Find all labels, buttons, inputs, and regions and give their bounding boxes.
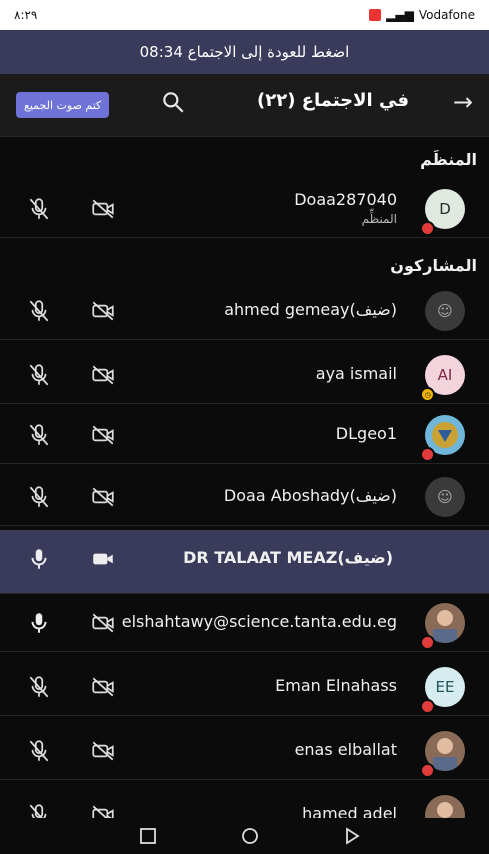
camera-off-icon <box>92 613 114 633</box>
organizer-role: المنظِّم <box>361 212 397 226</box>
participant-row[interactable]: Doaa Aboshady(ضيف) ☺ <box>0 468 489 526</box>
participant-name: DR TALAAT MEAZ(ضيف) <box>183 548 393 567</box>
participant-row[interactable]: enas elballat <box>0 722 489 780</box>
participant-name: elshahtawy@science.tanta.edu.eg <box>121 612 397 631</box>
mic-off-icon <box>29 740 49 762</box>
back-nav-icon[interactable] <box>342 826 362 846</box>
app-notification-icon <box>369 9 382 21</box>
organizer-row[interactable]: Doaa287040 المنظِّم D <box>0 180 489 238</box>
mic-off-icon <box>29 364 49 386</box>
mic-on-icon <box>31 549 47 569</box>
camera-off-icon <box>92 741 114 761</box>
camera-off-icon <box>92 301 114 321</box>
participant-name: aya ismail <box>315 364 397 383</box>
participant-row[interactable]: DLgeo1 <box>0 406 489 464</box>
mic-on-icon <box>31 613 47 633</box>
participant-row[interactable]: aya ismail AI ◷ <box>0 346 489 404</box>
presence-busy-dot <box>420 447 435 462</box>
search-icon[interactable] <box>160 89 186 115</box>
clock-icon: ◷ <box>420 387 435 402</box>
signal-icon: ▂▄▆ <box>386 8 414 22</box>
camera-off-icon <box>92 677 114 697</box>
participant-row[interactable]: ahmed gemeay(ضيف) ☺ <box>0 282 489 340</box>
mic-off-icon <box>29 198 49 220</box>
recents-icon[interactable] <box>138 826 158 846</box>
banner-text: اضغط للعودة إلى الاجتماع 08:34 <box>139 43 350 61</box>
presence-busy-dot <box>420 699 435 714</box>
return-to-meeting-banner[interactable]: اضغط للعودة إلى الاجتماع 08:34 <box>0 30 489 74</box>
page-title: في الاجتماع (٢٢) <box>257 90 409 111</box>
home-icon[interactable] <box>240 826 260 846</box>
mic-off-icon <box>29 676 49 698</box>
status-time: ٨:٢٩ <box>14 8 38 22</box>
participant-name: Eman Elnahass <box>275 676 397 695</box>
participant-name: ahmed gemeay(ضيف) <box>224 300 397 319</box>
organizer-section-title: المنظَم <box>420 150 477 169</box>
system-nav-bar <box>0 818 489 854</box>
back-arrow-icon[interactable]: → <box>453 88 473 116</box>
status-right: ▂▄▆ Vodafone <box>369 8 475 22</box>
camera-off-icon <box>92 199 114 219</box>
organizer-name: Doaa287040 <box>294 190 397 209</box>
presence-busy-dot <box>420 635 435 650</box>
participant-name: enas elballat <box>294 740 397 759</box>
camera-off-icon <box>92 365 114 385</box>
presence-busy-dot <box>420 221 435 236</box>
guest-icon: ☺ <box>425 477 465 517</box>
camera-off-icon <box>92 487 114 507</box>
participant-row[interactable]: DR TALAAT MEAZ(ضيف) <box>0 530 489 594</box>
mic-off-icon <box>29 300 49 322</box>
status-bar: ٨:٢٩ ▂▄▆ Vodafone <box>0 0 489 30</box>
guest-icon: ☺ <box>425 291 465 331</box>
participants-header: كتم صوت الجميع في الاجتماع (٢٢) → <box>0 74 489 137</box>
mute-all-button[interactable]: كتم صوت الجميع <box>16 92 110 118</box>
camera-on-icon <box>93 553 113 565</box>
mic-off-icon <box>29 424 49 446</box>
camera-off-icon <box>92 425 114 445</box>
participant-row[interactable]: elshahtawy@science.tanta.edu.eg <box>0 594 489 652</box>
carrier-label: Vodafone <box>418 8 475 22</box>
participants-section-title: المشاركون <box>390 256 477 275</box>
participant-row[interactable]: Eman Elnahass EE <box>0 658 489 716</box>
participant-name: DLgeo1 <box>335 424 397 443</box>
participant-name: Doaa Aboshady(ضيف) <box>223 486 397 505</box>
mic-off-icon <box>29 486 49 508</box>
presence-busy-dot <box>420 763 435 778</box>
